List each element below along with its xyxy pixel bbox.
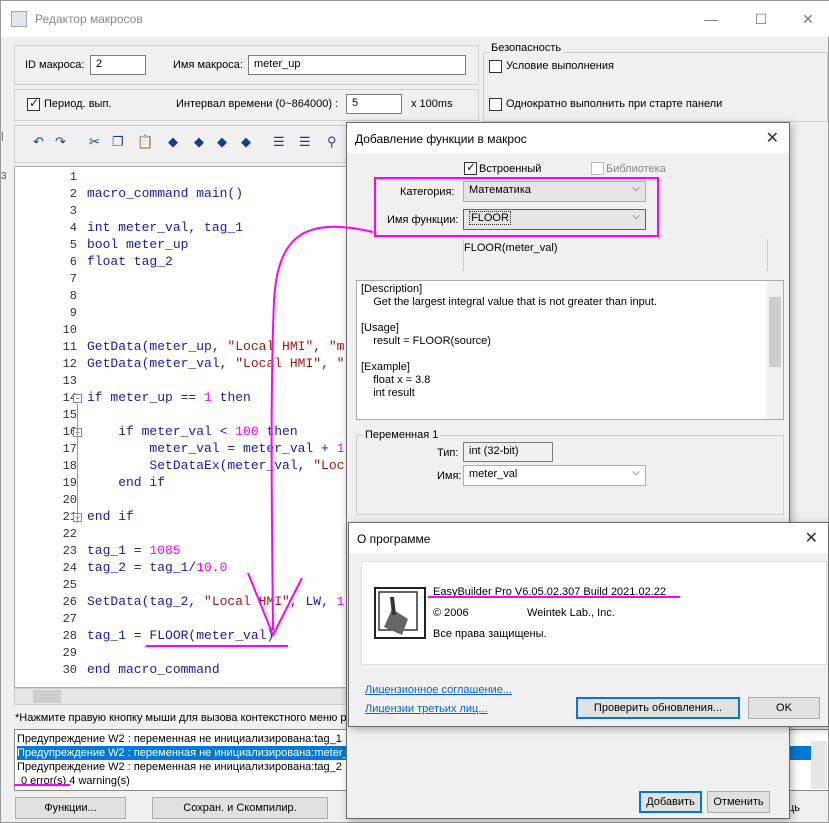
annotation-arrowhead bbox=[247, 572, 303, 638]
annotation-box-category bbox=[374, 177, 659, 237]
annotation-overlay bbox=[14, 177, 680, 786]
annotation-arrow-curve bbox=[270, 225, 374, 631]
